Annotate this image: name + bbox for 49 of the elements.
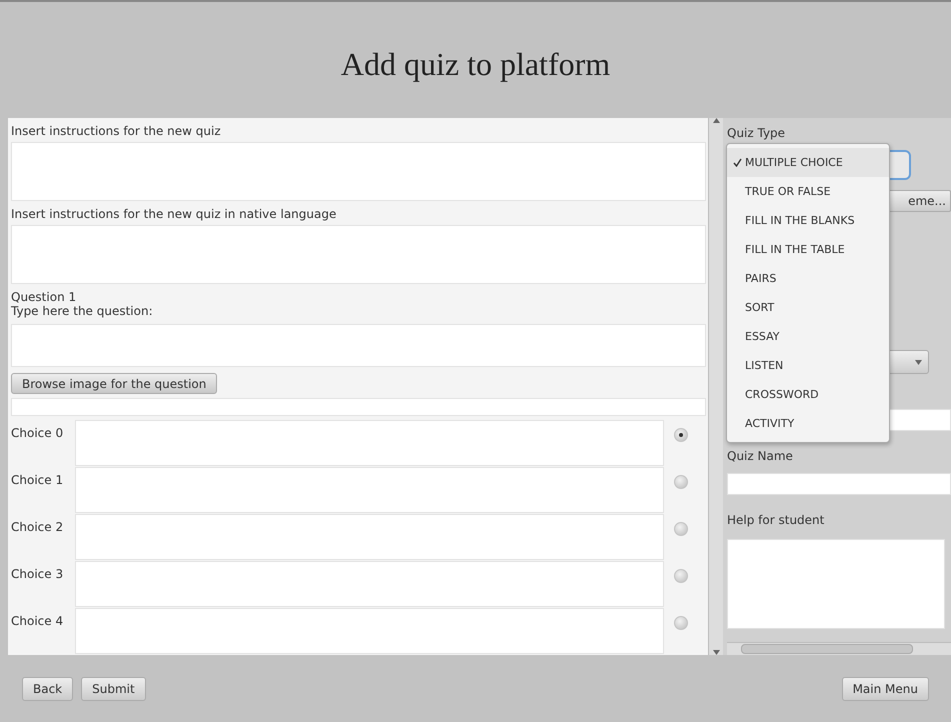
caret-icon[interactable]	[915, 360, 922, 364]
choice-label: Choice 2	[11, 518, 64, 534]
scroll-up-icon[interactable]	[712, 118, 720, 123]
menu-item[interactable]: CROSSWORD	[727, 380, 889, 409]
menu-item[interactable]: FILL IN THE BLANKS	[727, 206, 889, 235]
input-field[interactable]	[75, 608, 664, 654]
radio-button[interactable]	[674, 474, 688, 489]
radio-button[interactable]	[674, 616, 688, 630]
input-field[interactable]	[75, 420, 664, 466]
field-label: Type here the question:	[11, 304, 154, 318]
menu-item[interactable]: TRUE OR FALSE	[727, 177, 889, 206]
field-label: Quiz Type	[727, 125, 786, 142]
text-area[interactable]	[727, 539, 945, 629]
check-icon	[733, 158, 742, 167]
radio-button[interactable]	[674, 428, 688, 442]
input-field[interactable]	[11, 142, 706, 201]
menu-item[interactable]: MULTIPLE CHOICE	[727, 148, 889, 177]
question-label: Question 1	[11, 290, 78, 304]
radio-button[interactable]	[674, 568, 688, 583]
menu-item[interactable]: ESSAY	[727, 322, 889, 351]
input-field[interactable]	[11, 224, 706, 284]
scroll-down-icon[interactable]	[712, 650, 720, 655]
field-label: Quiz Name	[727, 448, 794, 465]
main-menu-button[interactable]: Main Menu	[842, 676, 929, 700]
footer-button[interactable]: Back	[22, 676, 74, 700]
field-label: Insert instructions for the new quiz in native language	[11, 206, 338, 221]
browse-button[interactable]: Browse image for the question	[11, 372, 218, 394]
input-field[interactable]	[75, 560, 664, 607]
input-field[interactable]	[75, 466, 664, 513]
input-field[interactable]	[727, 473, 951, 495]
choice-label: Choice 1	[11, 472, 64, 487]
choice-label: Choice 0	[11, 424, 64, 440]
input-field[interactable]	[11, 398, 706, 416]
radio-button[interactable]	[674, 522, 688, 536]
menu-item[interactable]: PAIRS	[727, 264, 889, 293]
scrollbar[interactable]	[708, 118, 723, 655]
choice-label: Choice 4	[11, 612, 64, 628]
input-field[interactable]	[11, 324, 706, 367]
menu-item[interactable]: SORT	[727, 293, 889, 322]
scrollbar[interactable]	[727, 642, 951, 655]
input-field[interactable]	[75, 514, 664, 560]
field-label: Insert instructions for the new quiz	[11, 124, 222, 138]
footer-button[interactable]: Submit	[81, 676, 146, 700]
menu-item[interactable]: FILL IN THE TABLE	[727, 235, 889, 264]
menu-item[interactable]: LISTEN	[727, 351, 889, 380]
menu-item[interactable]: ACTIVITY	[727, 409, 889, 438]
window-title: Add quiz to platform	[340, 44, 610, 82]
field-label: Help for student	[727, 512, 826, 529]
choice-label: Choice 3	[11, 566, 64, 581]
